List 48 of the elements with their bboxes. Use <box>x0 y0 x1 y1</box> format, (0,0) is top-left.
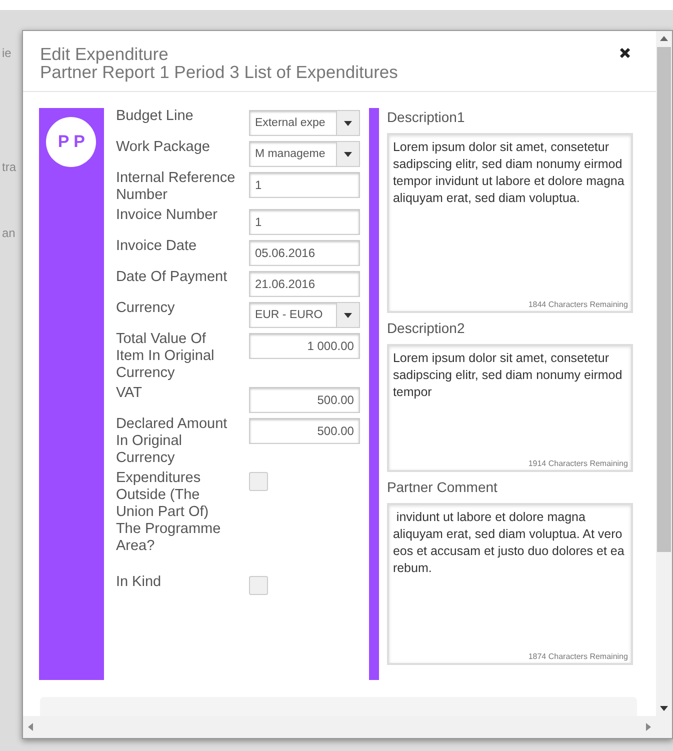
field-label: Description2 <box>386 319 466 337</box>
field-label: Invoice Number <box>116 207 218 225</box>
amount-field[interactable]: 500.00 <box>248 387 360 413</box>
field-label: Currency <box>116 300 176 318</box>
background-text: ie <box>2 46 12 60</box>
date-field[interactable]: 05.06.2016 <box>248 240 360 266</box>
character-counter: 1874 Characters Remaining <box>528 652 628 661</box>
field-label: Expenditures Outside (The Union Part Of) The Programme Area? <box>116 470 222 555</box>
field-label: Total Value Of Item In Original Currency <box>116 331 216 382</box>
text-area[interactable]: Lorem ipsum dolor sit amet, consetetur sadipscing elitr, sed diam nonumy eirmod tempor 1914 Characters Remaining <box>386 344 633 472</box>
horizontal-scrollbar[interactable] <box>22 716 672 738</box>
field-label: VAT <box>116 385 143 403</box>
field-label: Work Package <box>116 139 211 157</box>
field-label: In Kind <box>116 574 162 592</box>
dialog-subtitle: Partner Report 1 Period 3 List of Expenditures <box>40 63 399 81</box>
field-label: Invoice Date <box>116 238 198 256</box>
dialog-title: Edit Expenditure <box>40 45 170 63</box>
text-area[interactable]: Lorem ipsum dolor sit amet, consetetur sadipscing elitr, sed diam nonumy eirmod tempor invidunt ut labore et dolore magna aliquyam erat, sed diam voluptua. 1844 Characters Remaining <box>386 133 633 313</box>
character-counter: 1844 Characters Remaining <box>528 300 628 309</box>
text-area[interactable]: invidunt ut labore et dolore magna aliquyam erat, sed diam voluptua. At vero eos et accusam et justo duo dolores et ea rebum. 1874 Characters Remaining <box>386 503 633 665</box>
field-label: Budget Line <box>116 108 194 126</box>
checkbox[interactable] <box>248 472 268 491</box>
date-field[interactable]: 21.06.2016 <box>248 271 360 297</box>
checkbox[interactable] <box>248 576 268 595</box>
caret-icon <box>344 312 352 318</box>
field-label: Description1 <box>386 108 466 126</box>
field-label: Declared Amount In Original Currency <box>116 416 228 467</box>
background-text: an <box>2 226 16 240</box>
character-counter: 1914 Characters Remaining <box>528 459 628 468</box>
close-icon[interactable] <box>619 47 631 59</box>
field-label: Date Of Payment <box>116 269 228 287</box>
input-field[interactable]: 1 <box>248 209 360 235</box>
dropdown[interactable]: External expe <box>248 110 360 136</box>
text-area-text: invidunt ut labore et dolore magna aliquyam erat, sed diam voluptua. At vero eos et accusam et justo duo dolores et ea rebum. <box>392 509 626 577</box>
input-field[interactable]: 1 <box>248 172 360 198</box>
amount-field[interactable]: 500.00 <box>248 418 360 444</box>
vertical-scrollbar[interactable] <box>656 31 672 716</box>
dropdown[interactable]: EUR - EURO <box>248 302 360 328</box>
avatar: P P <box>46 117 96 167</box>
caret-icon <box>344 120 352 126</box>
dropdown[interactable]: M manageme <box>248 141 360 167</box>
amount-field[interactable]: 1 000.00 <box>248 333 360 359</box>
background-text: tra <box>2 160 18 174</box>
field-label: Internal Reference Number <box>116 170 236 204</box>
text-area-text: Lorem ipsum dolor sit amet, consetetur sadipscing elitr, sed diam nonumy eirmod tempor <box>392 350 624 401</box>
caret-icon <box>344 152 352 156</box>
field-label: Partner Comment <box>386 478 498 496</box>
text-area-text: Lorem ipsum dolor sit amet, consetetur sadipscing elitr, sed diam nonumy eirmod tempor invidunt ut labore et dolore magna aliquyam erat, sed diam voluptua. <box>392 139 626 207</box>
